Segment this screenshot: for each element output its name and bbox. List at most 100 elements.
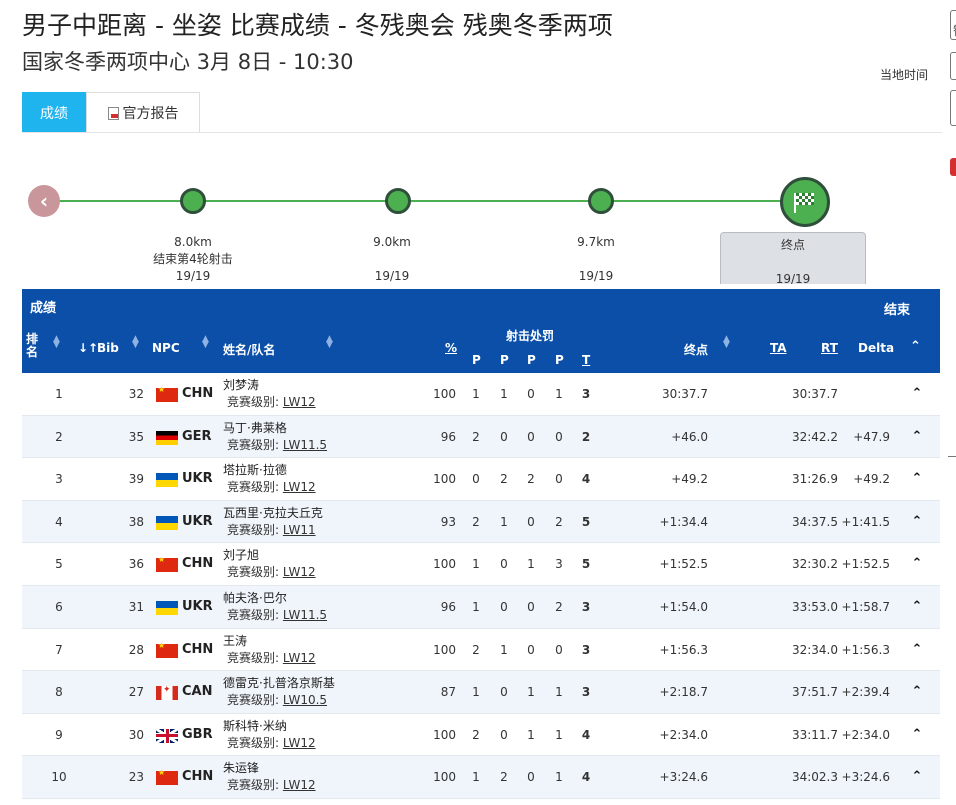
bib-cell: 36 <box>128 557 144 572</box>
chevron-up-icon[interactable]: ⌃ <box>910 671 924 713</box>
class-link[interactable]: LW12 <box>283 395 316 409</box>
class-link[interactable]: LW11.5 <box>283 438 327 452</box>
penalty-2-cell: 2 <box>500 770 508 785</box>
side-panel-button[interactable] <box>950 90 956 126</box>
col-t[interactable]: T <box>582 353 590 367</box>
col-p1: P <box>472 353 481 367</box>
chevron-up-icon[interactable]: ⌃ <box>910 373 924 415</box>
class-link[interactable]: LW11 <box>283 523 316 537</box>
sort-icon[interactable] <box>202 336 209 348</box>
class-link[interactable]: LW12 <box>283 480 316 494</box>
table-row[interactable]: 3 39 UKR 塔拉斯·拉德 竞赛级别: LW12 100 0 2 2 0 4 +49.2 31:26… <box>22 458 940 501</box>
delta-cell: +1:56.3 <box>841 642 890 657</box>
col-ta[interactable]: TA <box>770 341 787 355</box>
class-info: 竞赛级别: LW10.5 <box>227 692 327 708</box>
chevron-up-icon[interactable]: ⌃ <box>910 458 924 500</box>
col-npc[interactable]: NPC <box>152 341 180 355</box>
table-row[interactable]: 8 27 CAN 德雷克·扎普洛京斯基竞赛级别: LW10.5 87 1 0 1 1 3 +2:18… <box>22 671 940 714</box>
rank-cell: 3 <box>55 472 63 487</box>
side-panel-pdf-icon[interactable] <box>950 158 956 176</box>
sort-icon[interactable] <box>132 336 139 348</box>
race-progress-timeline: ‹ 8.0km 结束第4轮射击 19/19 9.0km 19/19 9.7km … <box>22 160 942 284</box>
athlete-name[interactable]: 斯科特·米纳 <box>223 719 287 734</box>
class-link[interactable]: LW12 <box>283 565 316 579</box>
side-panel-button[interactable] <box>950 52 956 80</box>
chevron-up-icon[interactable]: ⌃ <box>910 416 924 458</box>
athlete-name[interactable]: 马丁·弗莱格 <box>223 421 287 436</box>
finish-count: 19/19 <box>775 272 811 284</box>
sort-order-icon[interactable]: ↓↑ <box>78 341 98 355</box>
checkpoint-distance: 9.7km <box>577 235 615 249</box>
penalty-total-cell: 3 <box>581 685 591 700</box>
athlete-name[interactable]: 刘梦涛 <box>223 378 259 393</box>
pct-cell: 100 <box>433 472 456 487</box>
athlete-name[interactable]: 刘子旭 <box>223 548 259 563</box>
class-info: 竞赛级别: LW12 <box>227 777 316 793</box>
country-flag-icon <box>156 768 178 786</box>
sort-icon[interactable] <box>53 336 60 348</box>
bib-cell: 23 <box>128 770 144 785</box>
chevron-up-icon[interactable]: ⌃ <box>910 714 924 756</box>
chevron-up-icon[interactable]: ⌃ <box>910 756 924 798</box>
chevron-up-icon[interactable]: ⌃ <box>910 501 924 543</box>
table-row[interactable]: 1 32 CHN 刘梦涛竞赛级别: LW12 100 1 1 0 1 3 30:37.7 30:37.… <box>22 373 940 416</box>
npc-cell: UKR <box>182 513 213 529</box>
checkpoint-node[interactable] <box>588 188 614 214</box>
penalty-total-cell: 3 <box>581 599 591 614</box>
col-bib[interactable]: Bib <box>97 341 119 355</box>
penalty-2-cell: 0 <box>500 727 508 742</box>
table-row[interactable]: 6 31 UKR 帕夫洛·巴尔 竞赛级别: LW11.5 96 1 0 0 2 3 +1:54.0 33… <box>22 585 940 629</box>
col-name[interactable]: 姓名/队名 <box>223 341 275 358</box>
checkpoint-node[interactable] <box>180 188 206 214</box>
athlete-name[interactable]: 德雷克·扎普洛京斯基 <box>223 676 335 691</box>
checkpoint-desc: 结束第4轮射击 <box>153 252 233 266</box>
checkpoint-count: 19/19 <box>175 269 211 283</box>
class-link[interactable]: LW12 <box>283 736 316 750</box>
col-finish[interactable]: 终点 <box>684 341 708 358</box>
class-link[interactable]: LW12 <box>283 651 316 665</box>
penalty-1-cell: 0 <box>472 472 480 487</box>
col-pct[interactable]: % <box>445 341 457 355</box>
athlete-name[interactable]: 王涛 <box>223 634 247 649</box>
class-prefix: 竞赛级别: <box>227 735 280 750</box>
finish-checkpoint-box[interactable]: 终点 19/19 <box>720 232 866 284</box>
table-row[interactable]: 9 30 GBR 斯科特·米纳 竞赛级别: LW12 100 2 0 1 1 4 +2:34.0 33:… <box>22 714 940 757</box>
table-row[interactable]: 536CHN刘子旭竞赛级别: LW1210010135+1:52.532:30.… <box>22 543 940 586</box>
delta-cell: +1:41.5 <box>841 514 890 529</box>
bib-cell: 30 <box>128 727 144 742</box>
penalty-1-cell: 2 <box>472 429 480 444</box>
penalty-4-cell: 0 <box>555 472 563 487</box>
penalty-3-cell: 0 <box>527 642 535 657</box>
checkpoint-node[interactable] <box>385 188 411 214</box>
table-row[interactable]: 1023CHN朱运锋竞赛级别: LW1210012014+3:24.634:02… <box>22 756 940 799</box>
tab-results[interactable]: 成绩 <box>22 92 86 133</box>
class-link[interactable]: LW10.5 <box>283 693 327 707</box>
athlete-name[interactable]: 塔拉斯·拉德 <box>223 463 287 478</box>
chevron-up-icon[interactable]: ⌃ <box>910 586 924 628</box>
col-rank[interactable]: 排名 <box>26 333 40 359</box>
col-rt[interactable]: RT <box>821 341 838 355</box>
finish-node[interactable] <box>780 177 830 227</box>
chevron-up-icon[interactable]: ⌃ <box>910 543 924 585</box>
athlete-name[interactable]: 朱运锋 <box>223 761 259 776</box>
class-link[interactable]: LW12 <box>283 778 316 792</box>
athlete-name[interactable]: 瓦西里·克拉夫丘克 <box>223 506 323 521</box>
sort-icon[interactable] <box>723 336 730 348</box>
rank-cell: 6 <box>55 599 63 614</box>
rt-cell: 33:11.7 <box>791 727 838 742</box>
class-prefix: 竞赛级别: <box>227 693 280 708</box>
rt-cell: 30:37.7 <box>791 387 838 401</box>
col-delta[interactable]: Delta <box>858 341 894 355</box>
sort-icon[interactable] <box>326 336 333 348</box>
penalty-total-cell: 4 <box>581 727 591 742</box>
timeline-back-button[interactable]: ‹ <box>28 185 60 217</box>
table-row[interactable]: 2 35 GER 马丁·弗莱格 竞赛级别: LW11.5 96 2 0 0 0 2 +46.0 32:4… <box>22 415 940 459</box>
collapse-all-icon[interactable]: ⌃ <box>910 339 921 354</box>
chevron-up-icon[interactable]: ⌃ <box>910 629 924 671</box>
class-link[interactable]: LW11.5 <box>283 608 327 622</box>
tab-official-report[interactable]: 官方报告 <box>86 92 200 133</box>
table-row[interactable]: 4 38 UKR 瓦西里·克拉夫丘克 竞赛级别: LW11 93 2 1 0 2 5 +1:34.4 3… <box>22 500 940 544</box>
rt-cell: 31:26.9 <box>791 472 838 487</box>
athlete-name[interactable]: 帕夫洛·巴尔 <box>223 591 287 606</box>
table-row[interactable]: 728CHN王涛竞赛级别: LW1210021003+1:56.332:34.0… <box>22 629 940 672</box>
